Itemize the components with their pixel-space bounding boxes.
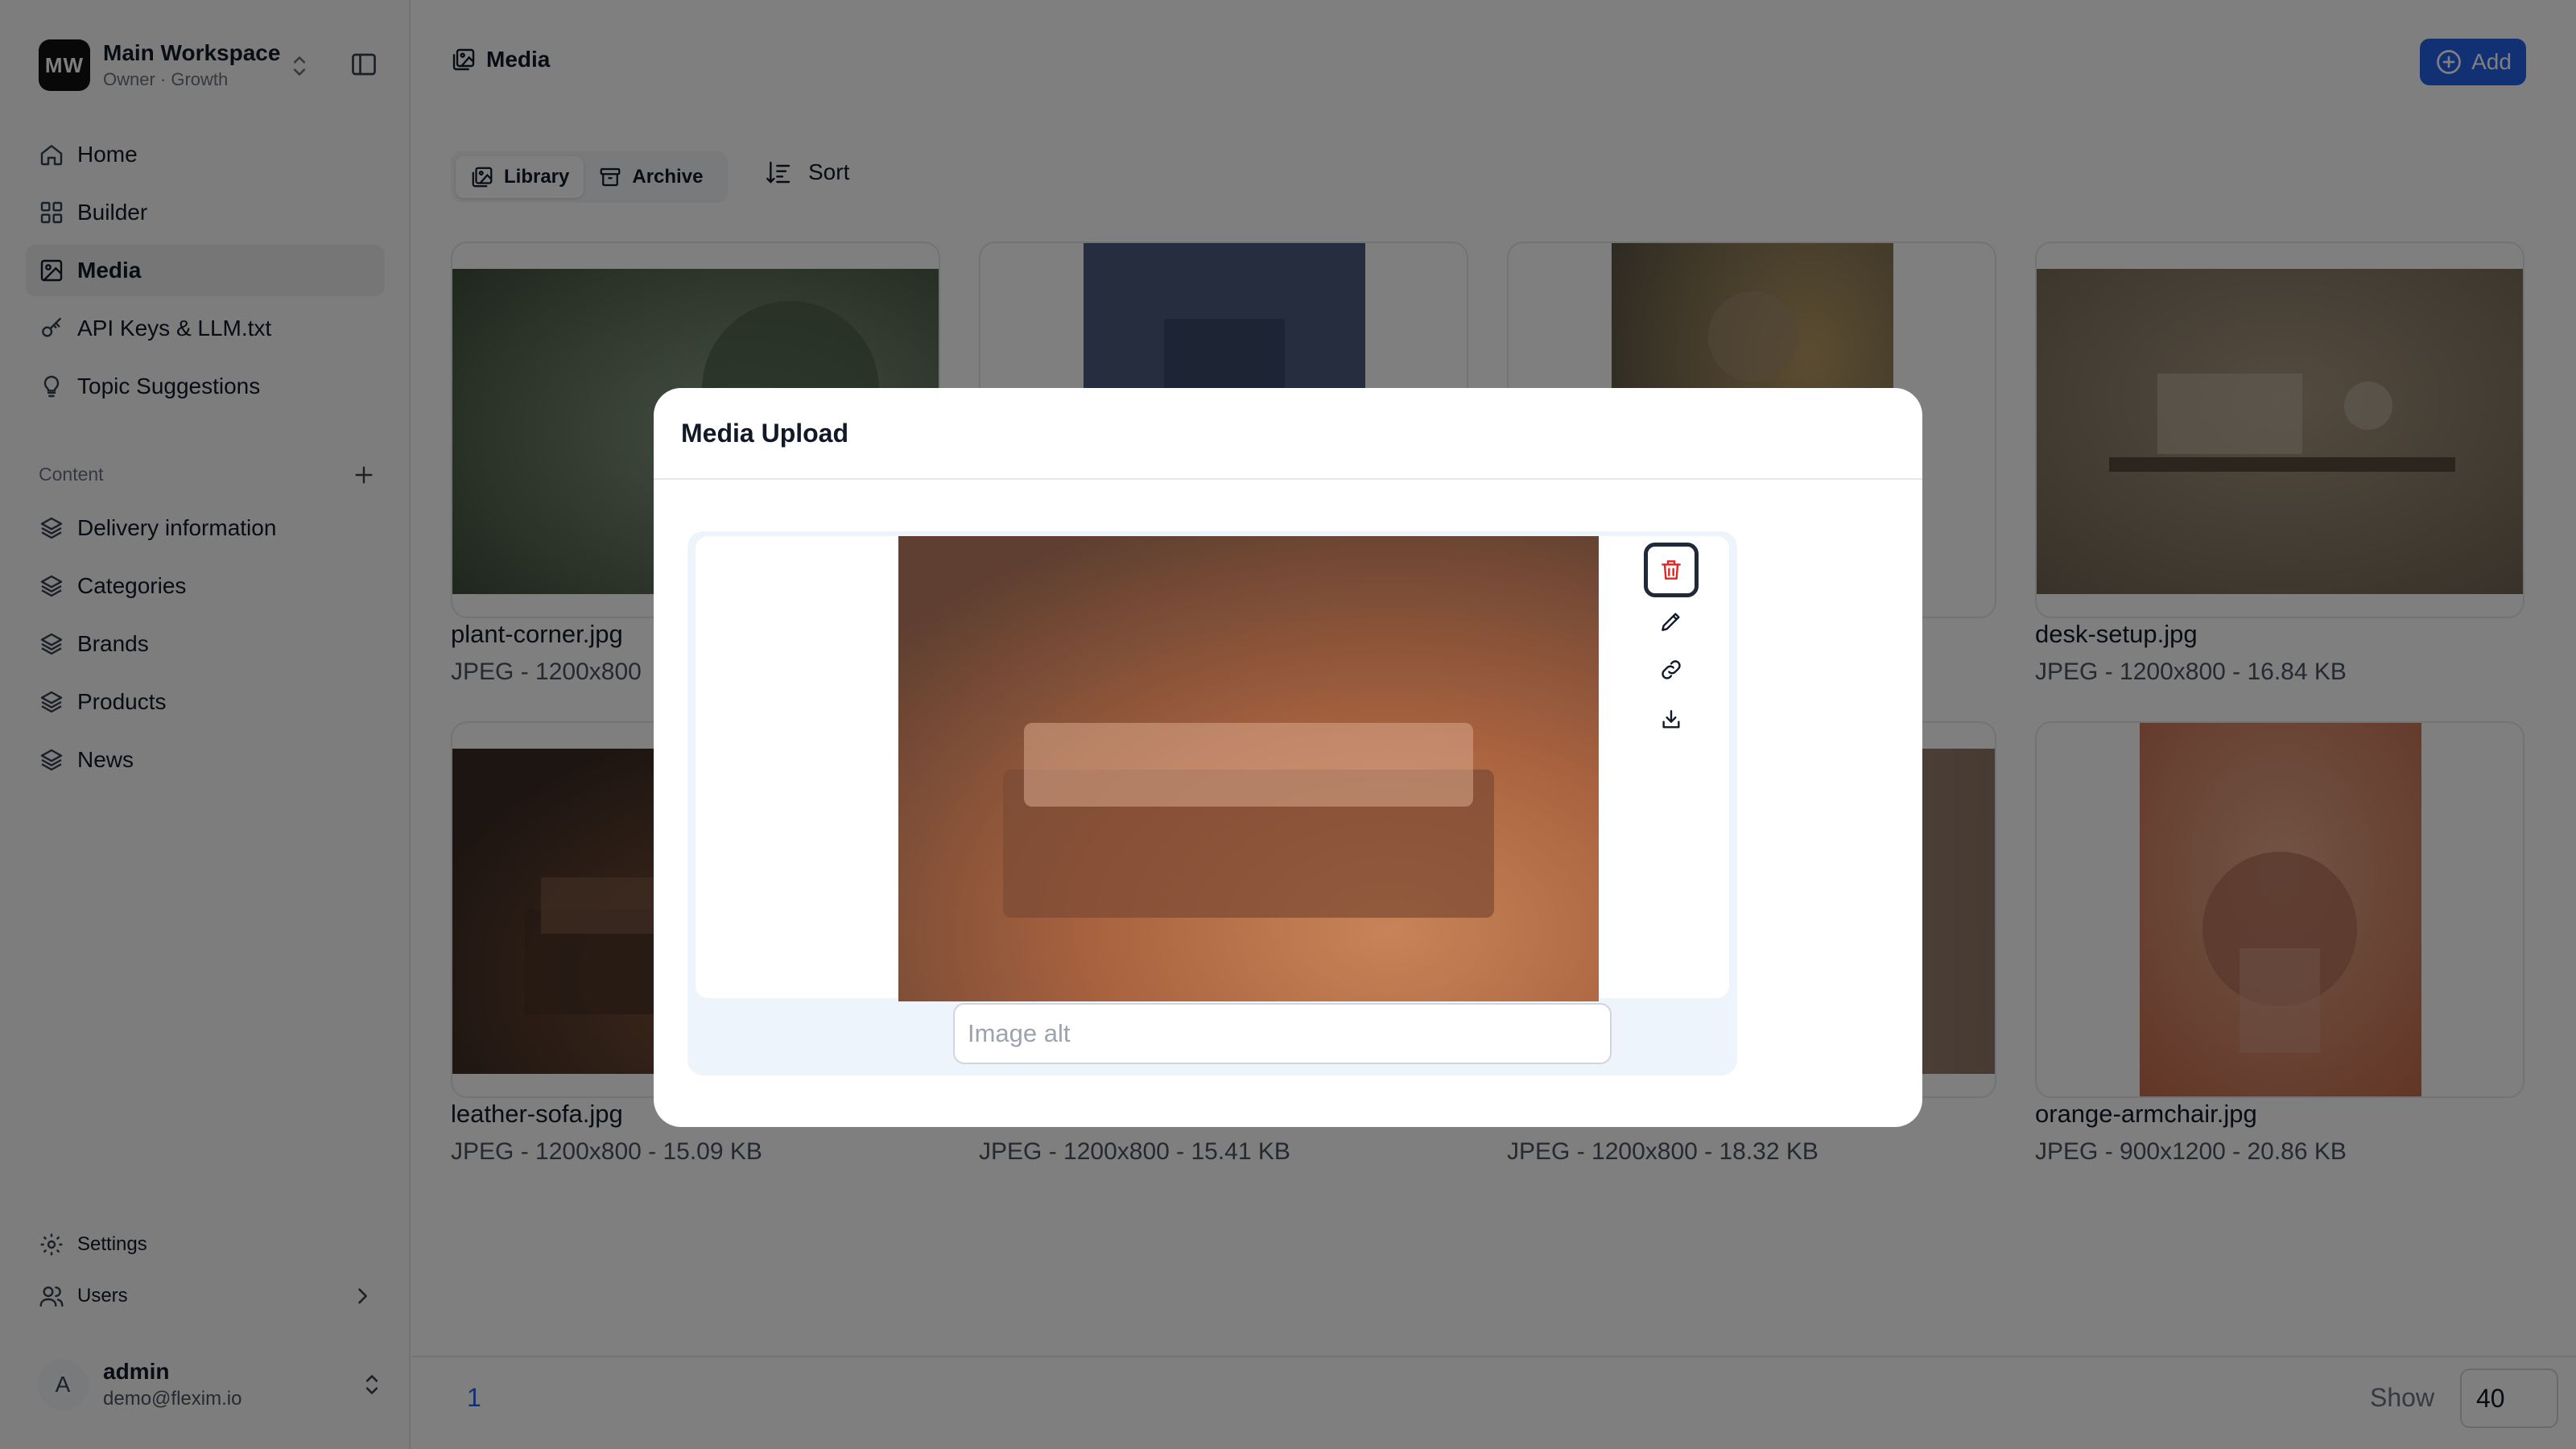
pencil-icon	[1662, 613, 1680, 631]
image-alt-input[interactable]	[953, 1003, 1612, 1064]
edit-button[interactable]	[1644, 594, 1699, 649]
copy-link-button[interactable]	[1644, 642, 1699, 697]
dialog-title: Media Upload	[654, 388, 1922, 480]
image-preview	[898, 536, 1599, 1001]
media-upload-dialog: Media Upload	[654, 388, 1922, 1127]
trash-icon	[1662, 560, 1681, 580]
download-button[interactable]	[1644, 692, 1699, 747]
link-icon	[1662, 660, 1681, 679]
upload-dropzone[interactable]	[687, 531, 1737, 1075]
delete-button[interactable]	[1644, 543, 1699, 597]
preview-area	[696, 536, 1729, 1001]
download-icon	[1662, 710, 1680, 729]
